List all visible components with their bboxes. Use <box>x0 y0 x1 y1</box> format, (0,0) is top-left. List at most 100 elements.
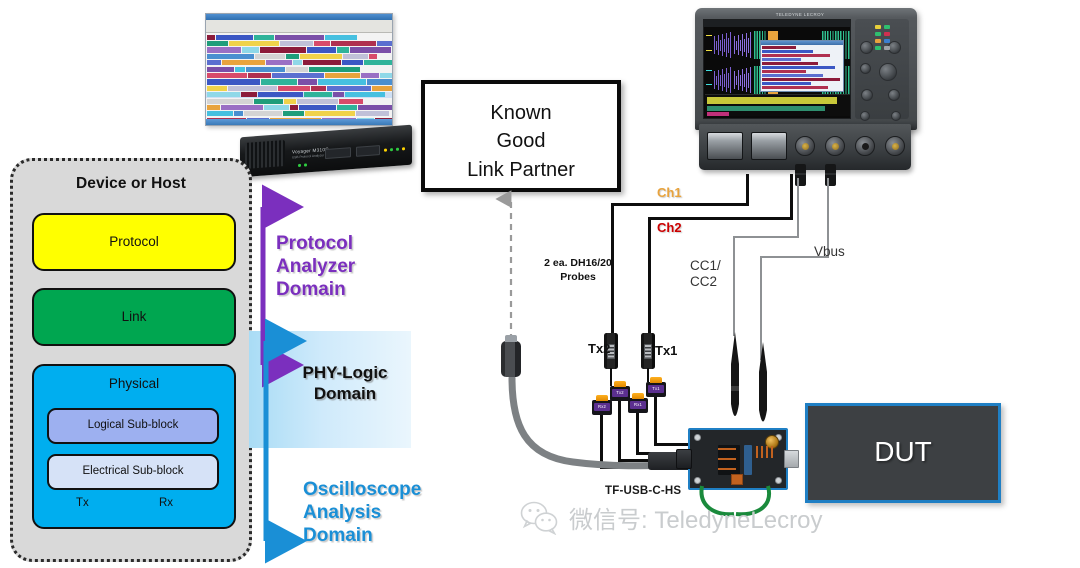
pa-packet-segment <box>369 53 377 59</box>
layer-protocol: Protocol <box>32 213 236 271</box>
scope-knob[interactable] <box>879 63 897 81</box>
fixture-trace <box>718 448 736 450</box>
protocol-analyzer-screenshot <box>205 13 393 126</box>
pa-packet-segment <box>229 40 279 47</box>
scope-decode-row <box>762 54 830 58</box>
pa-packet-segment <box>272 72 324 79</box>
phy-logic-domain-label: PHY-Logic Domain <box>275 362 415 405</box>
scope-button[interactable] <box>875 32 881 36</box>
wire-ch1-vertical-scope <box>746 174 749 206</box>
pa-packet-segment <box>293 60 302 66</box>
scope-input-panel <box>699 124 911 170</box>
pa-packet-segment <box>343 53 368 59</box>
pa-packet-segment <box>284 98 296 104</box>
hand-probe-cc <box>731 332 739 416</box>
scope-bnc-ch4[interactable] <box>825 136 845 156</box>
scope-measurement-bar <box>707 97 837 104</box>
scope-decode-row <box>762 50 813 54</box>
usb-c-plug <box>501 335 521 377</box>
wire-ch2-vertical-scope <box>790 174 793 220</box>
scope-knob[interactable] <box>860 41 873 54</box>
scope-domain-line-3: Domain <box>303 525 373 547</box>
pa-led <box>390 148 393 151</box>
scope-measurement-bar <box>707 112 729 116</box>
pa-packet-segment <box>248 72 271 79</box>
pa-packet-segment <box>242 47 259 53</box>
fixture-output-receptacle[interactable] <box>784 450 799 468</box>
scope-domain-line-2: Analysis <box>303 502 382 524</box>
pa-packet-segment <box>222 60 265 66</box>
scope-button[interactable] <box>884 46 890 50</box>
usb-c-link-dashed-arrow <box>495 190 513 340</box>
scope-knob[interactable] <box>860 63 871 74</box>
link-partner-line-2: Good <box>496 130 546 153</box>
usb-c-plug-tip <box>505 335 517 342</box>
known-good-link-partner-box: Known Good Link Partner <box>421 80 621 192</box>
scope-knob[interactable] <box>888 89 900 101</box>
pa-packet-segment <box>372 85 392 91</box>
scope-button[interactable] <box>875 46 881 50</box>
pa-packet-segment <box>304 92 332 98</box>
pa-packet-segment <box>337 47 349 53</box>
scope-button[interactable] <box>875 25 881 29</box>
pa-led <box>304 163 307 167</box>
oscilloscope-domain-arrow <box>263 318 307 564</box>
protocol-analyzer-hardware: Voyager M310C USB Protocol Analyzer <box>240 124 412 178</box>
phy-logic-line-1: PHY-Logic <box>302 363 388 382</box>
pa-packet-segment <box>290 104 298 111</box>
pa-packet-segment <box>228 85 277 91</box>
pa-statusbar <box>206 119 392 125</box>
scope-brand-label: TELEDYNE LECROY <box>775 12 825 17</box>
channel-2-label: Ch2 <box>657 220 682 235</box>
scope-bnc-ch3[interactable] <box>795 136 815 156</box>
layer-link: Link <box>32 288 236 346</box>
scope-knob[interactable] <box>891 111 901 121</box>
device-or-host-title: Device or Host <box>76 175 186 192</box>
pa-packet-segment <box>235 66 245 72</box>
scope-decode-row <box>762 86 828 90</box>
scope-button[interactable] <box>884 25 890 29</box>
pa-packet-segment <box>331 40 376 47</box>
pa-packet-segment <box>337 104 357 111</box>
port-rx-label: Rx <box>159 497 174 509</box>
pa-packet-segment <box>314 40 330 47</box>
pa-led <box>402 147 405 151</box>
fixture-trace <box>771 446 773 458</box>
scope-knob[interactable] <box>861 89 873 101</box>
pa-packet-segment <box>300 53 342 59</box>
pa-port <box>356 145 380 157</box>
scope-button[interactable] <box>884 32 890 36</box>
channel-1-label: Ch1 <box>657 185 682 200</box>
link-partner-line-3: Link Partner <box>467 158 575 181</box>
pa-packet-segment <box>207 85 227 91</box>
scope-knob[interactable] <box>860 111 870 121</box>
scope-decode-row <box>762 66 835 70</box>
scope-button[interactable] <box>884 39 890 43</box>
pa-packet-segment <box>254 34 274 40</box>
scope-waveform-trace <box>706 84 712 86</box>
scope-bnc-aux[interactable] <box>855 136 875 156</box>
dut-box: DUT <box>805 403 1001 503</box>
pa-packet-segment <box>244 111 282 117</box>
fixture-usb-c-receptacle[interactable] <box>676 449 692 469</box>
pa-packet-segment <box>207 66 234 72</box>
scope-decode-row <box>762 70 806 74</box>
fixture-label: TF-USB-C-HS <box>605 485 682 497</box>
pa-packet-segment <box>283 111 304 117</box>
scope-measurement-bar <box>707 106 825 111</box>
pa-packet-segment <box>311 85 326 91</box>
sub-block-logical: Logical Sub-block <box>47 408 219 444</box>
wire-cc-horizontal <box>733 236 799 238</box>
scope-probe-slot-1[interactable] <box>707 132 743 160</box>
scope-bnc-trigger[interactable] <box>885 136 905 156</box>
cc-label: CC1/ CC2 <box>690 258 721 290</box>
pa-packet-segment <box>241 92 257 98</box>
scope-waveform-bar <box>750 67 752 93</box>
hand-probe-vbus <box>759 342 767 422</box>
fixture-connector-strip <box>744 445 752 475</box>
oscilloscope: TELEDYNE LECROY <box>695 8 917 186</box>
scope-button[interactable] <box>875 39 881 43</box>
pa-packet-segment <box>299 104 336 111</box>
scope-display <box>703 19 851 119</box>
scope-probe-slot-2[interactable] <box>751 132 787 160</box>
